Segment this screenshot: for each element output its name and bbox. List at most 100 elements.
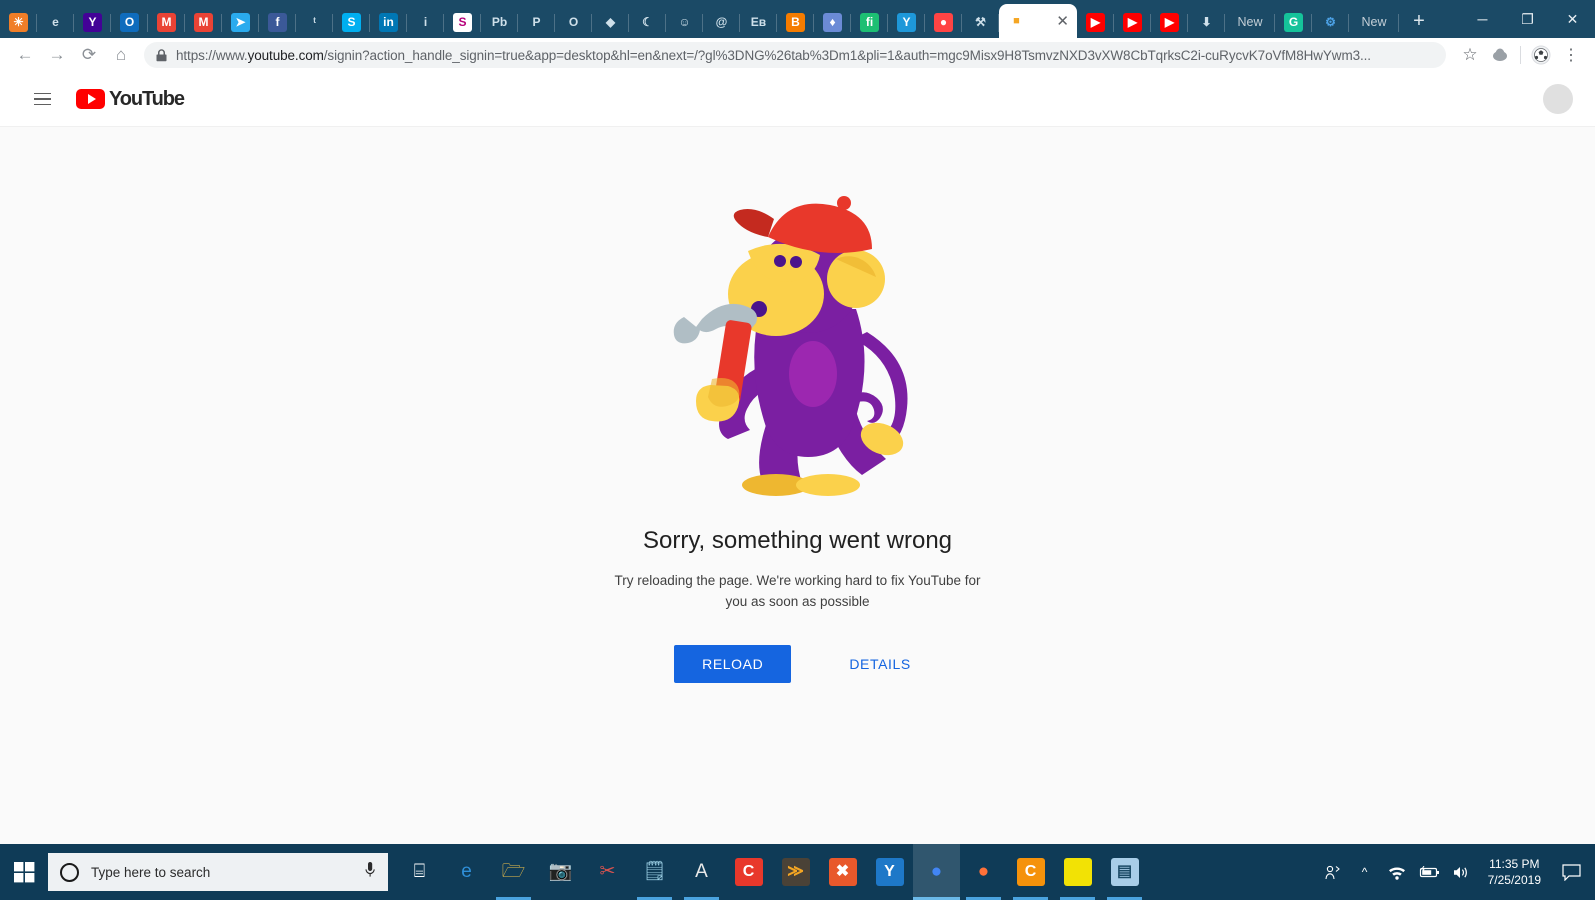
windows-taskbar: Type here to search ⌸ e 🗁 📷 ✂ 🗒 A C ≫ ✖ Y ● ● C ▤ ^ 1… (0, 844, 1595, 900)
action-center-icon[interactable] (1553, 844, 1589, 900)
notes-yellow-icon[interactable] (1054, 844, 1101, 900)
browser-tab[interactable]: New (1349, 6, 1399, 38)
browser-tab[interactable]: ☺ (666, 6, 703, 38)
facebook-icon: f (268, 12, 287, 32)
ccleaner-icon[interactable]: C (1007, 844, 1054, 900)
browser-tab[interactable]: f (259, 6, 296, 38)
chrome-menu-icon[interactable]: ⋮ (1557, 41, 1585, 69)
camera-icon[interactable]: 📷 (537, 844, 584, 900)
back-icon[interactable]: ← (10, 40, 40, 70)
bookmark-star-icon[interactable]: ☆ (1456, 41, 1484, 69)
font-viewer-icon[interactable]: A (678, 844, 725, 900)
reload-icon[interactable]: ⟳ (74, 40, 104, 70)
sublime-text-icon[interactable]: ≫ (772, 844, 819, 900)
browser-tab[interactable]: M (185, 6, 222, 38)
browser-tab[interactable]: ♦ (814, 6, 851, 38)
browser-tab[interactable]: ⚒ (962, 6, 999, 38)
browser-tab[interactable]: O (555, 6, 592, 38)
settings-gear-icon: ⚙ (1321, 12, 1340, 32)
people-share-icon[interactable] (1318, 844, 1348, 900)
maximize-button[interactable]: ❐ (1505, 0, 1550, 38)
browser-tab[interactable]: ▶ (1114, 6, 1151, 38)
browser-tab[interactable]: in (370, 6, 407, 38)
browser-tab[interactable]: Y (74, 6, 111, 38)
xampp-icon[interactable]: ✖ (819, 844, 866, 900)
error-subtitle: Try reloading the page. We're working ha… (614, 573, 981, 609)
browser-tab[interactable]: P (518, 6, 555, 38)
browser-tab[interactable]: ● (925, 6, 962, 38)
presentation-icon[interactable]: ▤ (1101, 844, 1148, 900)
battery-icon[interactable] (1414, 844, 1444, 900)
youtube-logo[interactable]: YouTube (76, 88, 185, 111)
snipping-tool-icon-glyph: ✂ (599, 861, 616, 882)
file-explorer-icon[interactable]: 🗁 (490, 844, 537, 900)
taskbar-search-input[interactable]: Type here to search (48, 853, 388, 891)
xampp-icon-glyph: ✖ (828, 858, 857, 886)
active-tab[interactable]: ■ ✕ (999, 4, 1077, 38)
camera-icon-glyph: 📷 (548, 861, 573, 882)
details-button[interactable]: DETAILS (839, 645, 921, 683)
minimize-button[interactable]: ─ (1460, 0, 1505, 38)
browser-tab[interactable]: B (777, 6, 814, 38)
chrome-icon[interactable]: ● (913, 844, 960, 900)
lock-icon (156, 48, 167, 62)
browser-tab[interactable]: New (1225, 6, 1275, 38)
s-letter-icon: S (453, 12, 472, 32)
forward-icon[interactable]: → (42, 40, 72, 70)
home-icon[interactable]: ⌂ (106, 40, 136, 70)
browser-tab[interactable]: S (333, 6, 370, 38)
user-avatar-icon[interactable] (1543, 84, 1573, 114)
tab-close-icon[interactable]: ✕ (1056, 14, 1069, 29)
browser-tab[interactable]: i (407, 6, 444, 38)
camtasia-icon[interactable]: C (725, 844, 772, 900)
youtube-play-icon (76, 89, 105, 109)
volume-icon[interactable] (1446, 844, 1476, 900)
firefox-icon[interactable]: ● (960, 844, 1007, 900)
browser-tab[interactable]: ▶ (1151, 6, 1188, 38)
browser-tab[interactable]: ▶ (1077, 6, 1114, 38)
file-explorer-icon-glyph: 🗁 (501, 861, 526, 882)
browser-tab[interactable]: ☾ (629, 6, 666, 38)
close-window-button[interactable]: ✕ (1550, 0, 1595, 38)
browser-tab[interactable]: S (444, 6, 481, 38)
sublime-text-icon-glyph: ≫ (781, 858, 810, 886)
extension-icon[interactable] (1486, 41, 1514, 69)
reload-button[interactable]: RELOAD (674, 645, 792, 683)
browser-tab[interactable]: e (37, 6, 74, 38)
browser-tab[interactable]: Pb (481, 6, 518, 38)
browser-tab[interactable]: Eʙ (740, 6, 777, 38)
hamburger-menu-icon[interactable] (22, 79, 62, 119)
browser-tab[interactable]: ⬇ (1188, 6, 1225, 38)
browser-tab[interactable]: ᵗ (296, 6, 333, 38)
wifi-icon[interactable] (1382, 844, 1412, 900)
address-bar[interactable]: https://www.youtube.com/signin?action_ha… (144, 42, 1446, 68)
browser-tab[interactable]: ☀ (0, 6, 37, 38)
browser-tab[interactable]: ⚙ (1312, 6, 1349, 38)
task-view-icon[interactable]: ⌸ (396, 844, 443, 900)
browser-tab[interactable]: @ (703, 6, 740, 38)
new-tab-button[interactable]: + (1399, 4, 1439, 38)
microphone-icon[interactable] (364, 861, 376, 883)
linkedin-icon: in (379, 12, 398, 32)
firefox-icon-glyph: ● (977, 861, 990, 882)
browser-tab[interactable]: Y (888, 6, 925, 38)
edge-icon[interactable]: e (443, 844, 490, 900)
show-hidden-icons-chevron[interactable]: ^ (1350, 844, 1380, 900)
window-controls: ─ ❐ ✕ (1460, 0, 1595, 38)
snipping-tool-icon[interactable]: ✂ (584, 844, 631, 900)
browser-tab[interactable]: O (111, 6, 148, 38)
browser-tab[interactable]: ➤ (222, 6, 259, 38)
browser-tab[interactable]: G (1275, 6, 1312, 38)
browser-tab[interactable]: ◆ (592, 6, 629, 38)
yandex-browser-icon[interactable]: Y (866, 844, 913, 900)
profile-avatar-icon[interactable] (1527, 41, 1555, 69)
error-actions: RELOAD DETAILS (674, 645, 921, 683)
edge-icon-glyph: e (461, 861, 472, 882)
taskbar-clock[interactable]: 11:35 PM 7/25/2019 (1478, 856, 1551, 888)
info-icon: i (416, 12, 435, 32)
sticky-notes-icon[interactable]: 🗒 (631, 844, 678, 900)
windows-start-icon[interactable] (0, 844, 48, 900)
browser-tab[interactable]: M (148, 6, 185, 38)
browser-tab[interactable]: fi (851, 6, 888, 38)
circle-o-icon: O (564, 12, 583, 32)
